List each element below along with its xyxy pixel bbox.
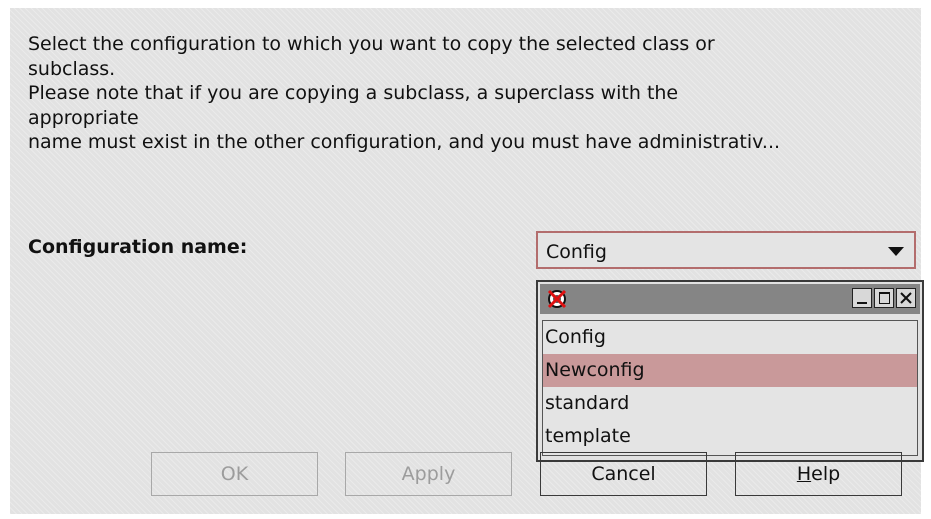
instruction-text: Select the configuration to which you wa… bbox=[28, 32, 918, 155]
apply-button-label: Apply bbox=[401, 463, 456, 485]
copy-configuration-dialog: Select the configuration to which you wa… bbox=[10, 8, 924, 514]
app-icon bbox=[546, 288, 568, 310]
help-button[interactable]: Help bbox=[735, 452, 902, 496]
cancel-button[interactable]: Cancel bbox=[540, 452, 707, 496]
maximize-icon[interactable] bbox=[874, 288, 894, 308]
cancel-button-label: Cancel bbox=[591, 463, 656, 485]
instruction-line-5: name must exist in the other configurati… bbox=[28, 131, 781, 153]
help-button-label: elp bbox=[811, 463, 841, 485]
instruction-line-4: appropriate bbox=[28, 106, 139, 129]
popup-titlebar[interactable] bbox=[540, 284, 920, 314]
instruction-line-3: Please note that if you are copying a su… bbox=[28, 82, 679, 104]
configuration-name-label: Configuration name: bbox=[28, 236, 248, 258]
ok-button-label: OK bbox=[220, 463, 249, 485]
close-icon[interactable] bbox=[896, 288, 916, 308]
list-item-newconfig[interactable]: Newconfig bbox=[543, 354, 917, 387]
instruction-line-2: subclass. bbox=[28, 57, 116, 80]
minimize-icon[interactable] bbox=[852, 288, 872, 308]
dropdown-selected-value: Config bbox=[546, 241, 607, 263]
configuration-name-dropdown[interactable]: Config bbox=[536, 231, 916, 269]
dropdown-popup-window: Config Newconfig standard template bbox=[536, 280, 924, 462]
ok-button[interactable]: OK bbox=[151, 452, 318, 496]
configuration-options-list: Config Newconfig standard template bbox=[542, 320, 918, 456]
list-item-config[interactable]: Config bbox=[543, 321, 917, 354]
window-controls bbox=[852, 288, 916, 310]
chevron-down-icon[interactable] bbox=[888, 247, 904, 256]
help-mnemonic: H bbox=[796, 463, 812, 485]
apply-button[interactable]: Apply bbox=[345, 452, 512, 496]
list-item-standard[interactable]: standard bbox=[543, 387, 917, 420]
instruction-line-1: Select the configuration to which you wa… bbox=[28, 33, 715, 55]
list-item-template[interactable]: template bbox=[543, 420, 917, 453]
